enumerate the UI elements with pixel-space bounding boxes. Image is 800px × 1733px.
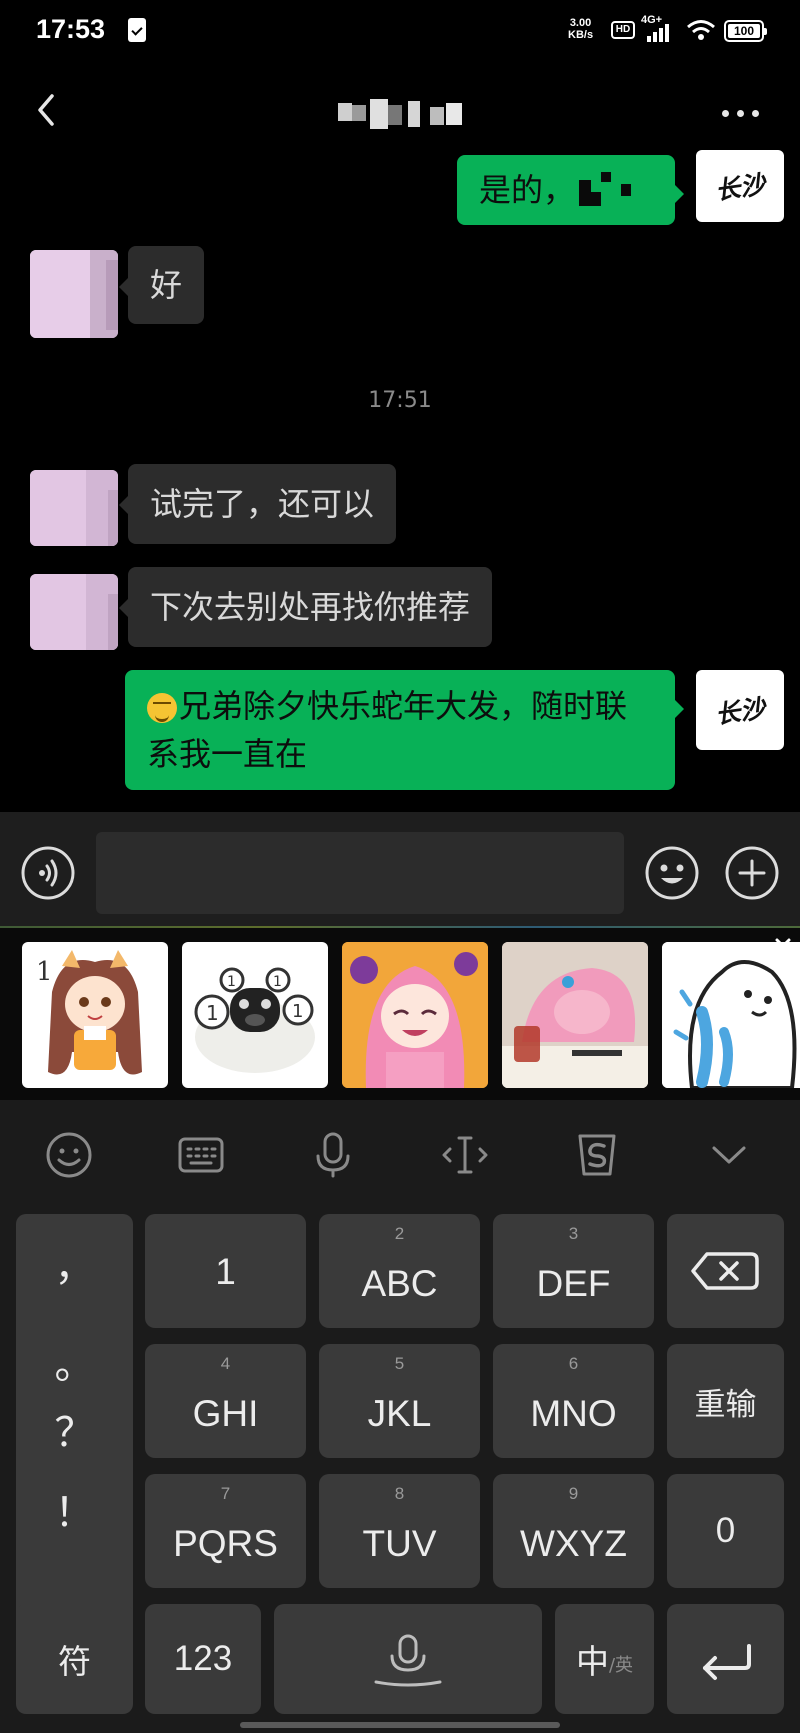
contact-avatar[interactable] (30, 250, 118, 338)
thinking-face-icon (147, 693, 177, 723)
voice-input-icon[interactable] (20, 845, 76, 901)
signal-icon: 4G+ (641, 14, 679, 44)
sleeping-girl-sticker[interactable] (502, 942, 648, 1088)
contact-avatar[interactable] (30, 470, 118, 546)
network-speed: 3.00 KB/s (568, 17, 594, 41)
hd-icon: HD (611, 21, 635, 39)
enter-key[interactable] (667, 1604, 784, 1714)
backspace-key[interactable] (667, 1214, 784, 1328)
chat-input-bar (0, 812, 800, 927)
svg-text:1: 1 (206, 1001, 219, 1025)
language-switch-key[interactable]: 中/英 (555, 1604, 654, 1714)
contact-avatar[interactable] (30, 574, 118, 650)
message-timestamp: 17:51 (368, 388, 432, 413)
plus-icon[interactable] (724, 845, 780, 901)
key-8-tuv[interactable]: 8 TUV (319, 1474, 480, 1588)
chat-messages[interactable]: 是的， 长沙 好 17:51 试完了，还可以 下次去别处再找你推荐 兄弟除夕快乐… (0, 150, 800, 812)
clipboard-check-icon (128, 18, 146, 42)
backspace-icon (691, 1252, 759, 1290)
message-bubble-incoming[interactable]: 好 (118, 246, 205, 324)
home-indicator[interactable] (240, 1722, 560, 1728)
masked-text (575, 170, 635, 210)
enter-icon (703, 1644, 751, 1680)
chat-header (0, 62, 800, 162)
contact-name-masked (338, 99, 474, 131)
keyboard-icon[interactable] (176, 1130, 226, 1180)
my-avatar[interactable]: 长沙 (696, 150, 784, 222)
message-input[interactable] (96, 832, 624, 914)
smiley-icon[interactable] (44, 1130, 94, 1180)
my-avatar[interactable]: 长沙 (696, 670, 784, 750)
reenter-key[interactable]: 重输 (667, 1344, 784, 1458)
ime-keyboard: ， 。 ？ ！ 1 2 ABC 3 DEF 4 GHI 5 JKL 6 MNO … (0, 1100, 800, 1733)
microphone-icon (374, 1634, 442, 1687)
catgirl-sticker[interactable]: 1 (22, 942, 168, 1088)
numbers-key[interactable]: 123 (145, 1604, 261, 1714)
message-bubble-outgoing[interactable]: 兄弟除夕快乐蛇年大发，随时联 系我一直在 (125, 670, 684, 790)
key-9-wxyz[interactable]: 9 WXYZ (493, 1474, 654, 1588)
sticker-suggestions: 1 1 1 1 1 (0, 928, 800, 1100)
symbols-key[interactable]: 符 (16, 1604, 133, 1714)
key-1[interactable]: 1 (145, 1214, 306, 1328)
svg-text:1: 1 (227, 974, 236, 990)
key-6-mno[interactable]: 6 MNO (493, 1344, 654, 1458)
svg-text:1: 1 (36, 957, 53, 987)
key-3-def[interactable]: 3 DEF (493, 1214, 654, 1328)
status-bar: 17:53 3.00 KB/s HD 4G+ 100 (0, 0, 800, 62)
close-icon[interactable] (771, 934, 795, 958)
key-0[interactable]: 0 (667, 1474, 784, 1588)
message-bubble-incoming[interactable]: 试完了，还可以 (118, 464, 397, 544)
keyboard-toolbar (0, 1100, 800, 1208)
pug-sticker[interactable]: 1 1 1 1 (182, 942, 328, 1088)
cursor-move-icon[interactable] (440, 1130, 490, 1180)
key-7-pqrs[interactable]: 7 PQRS (145, 1474, 306, 1588)
message-bubble-outgoing[interactable]: 是的， (457, 155, 684, 225)
key-2-abc[interactable]: 2 ABC (319, 1214, 480, 1328)
key-5-jkl[interactable]: 5 JKL (319, 1344, 480, 1458)
microphone-icon[interactable] (308, 1130, 358, 1180)
sogou-logo-icon[interactable] (572, 1130, 622, 1180)
battery-icon: 100 (724, 20, 767, 42)
space-key[interactable] (274, 1604, 542, 1714)
emoji-icon[interactable] (644, 845, 700, 901)
chevron-down-icon[interactable] (704, 1130, 754, 1180)
message-bubble-incoming[interactable]: 下次去别处再找你推荐 (118, 567, 493, 647)
back-arrow-icon[interactable] (30, 90, 62, 130)
status-time: 17:53 (36, 14, 106, 44)
svg-text:1: 1 (292, 1001, 303, 1022)
more-options-icon[interactable] (722, 110, 762, 120)
pink-hair-girl-sticker[interactable] (342, 942, 488, 1088)
key-4-ghi[interactable]: 4 GHI (145, 1344, 306, 1458)
cat-crying-sticker[interactable] (662, 942, 800, 1088)
wifi-icon (687, 20, 715, 40)
svg-text:1: 1 (273, 974, 282, 990)
